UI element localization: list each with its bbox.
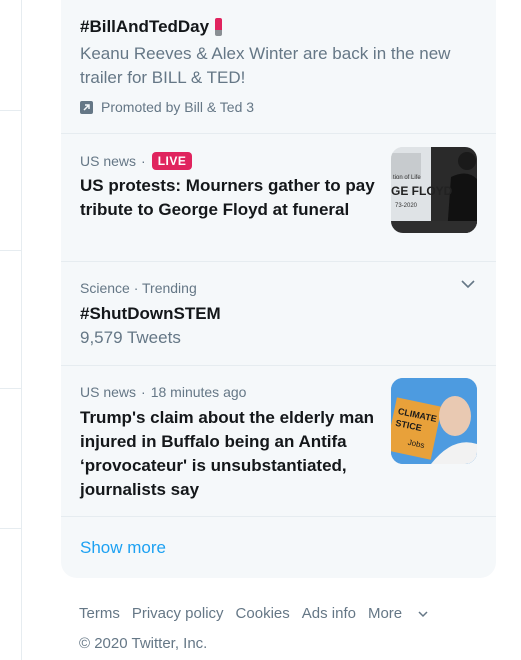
promoted-by-row: Promoted by Bill & Ted 3 [80, 99, 254, 115]
footer-link-more: More [367, 605, 403, 622]
trend-tweet-count: 9,579 Tweets [80, 328, 181, 347]
trend-context: Science · Trending [80, 280, 197, 296]
phone-booth-emoji-icon [215, 18, 223, 36]
chevron-down-icon[interactable] [460, 276, 476, 297]
footer-link-terms[interactable]: Terms [79, 605, 120, 622]
divider [0, 388, 21, 389]
trend-hashtag: #ShutDownSTEM [80, 304, 221, 323]
news-category: US news [80, 384, 137, 400]
live-badge: LIVE [151, 152, 193, 170]
promo-hashtag: #BillAndTedDay [80, 17, 210, 36]
divider [0, 250, 21, 251]
show-more-link[interactable]: Show more [80, 538, 166, 558]
divider [0, 528, 21, 529]
trend-item-shutdownstem[interactable]: Science · Trending #ShutDownSTEM 9,579 T… [61, 262, 496, 366]
news-item-buffalo[interactable]: US news · 18 minutes ago Trump's claim a… [61, 366, 496, 517]
news-meta: US news · 18 minutes ago [80, 384, 246, 400]
news-headline: Trump's claim about the elderly man inju… [80, 408, 375, 499]
footer-links: Terms Privacy policy Cookies Ads info Mo… [79, 605, 441, 622]
trends-panel: #BillAndTedDay Keanu Reeves & Alex Winte… [61, 0, 496, 578]
news-headline: US protests: Mourners gather to pay trib… [80, 176, 375, 219]
meta-separator: · [141, 384, 146, 400]
news-thumbnail[interactable]: CLIMATE STICE Jobs [391, 378, 477, 464]
svg-text:73-2020: 73-2020 [395, 203, 418, 209]
promo-description: Keanu Reeves & Alex Winter are back in t… [80, 44, 451, 87]
footer-more-menu[interactable]: More [368, 605, 429, 622]
news-thumbnail[interactable]: tion of Life GE FLOYD 73-2020 [391, 147, 477, 233]
footer-link-cookies[interactable]: Cookies [236, 605, 290, 622]
news-meta: US news · LIVE [80, 152, 193, 170]
promoted-by-label: Promoted by Bill & Ted 3 [101, 99, 255, 115]
meta-separator: · [141, 153, 146, 169]
news-time: 18 minutes ago [150, 384, 247, 400]
copyright: © 2020 Twitter, Inc. [79, 635, 208, 652]
news-category: US news [80, 153, 137, 169]
promoted-arrow-icon [80, 100, 93, 114]
footer-link-privacy[interactable]: Privacy policy [132, 605, 224, 622]
footer-link-ads-info[interactable]: Ads info [302, 605, 356, 622]
promoted-trend[interactable]: #BillAndTedDay Keanu Reeves & Alex Winte… [61, 0, 496, 134]
svg-text:tion of Life: tion of Life [393, 175, 421, 181]
svg-text:GE FLOYD: GE FLOYD [391, 184, 453, 198]
promo-title-row: #BillAndTedDay [80, 17, 223, 37]
divider [0, 110, 21, 111]
chevron-down-icon [418, 610, 428, 617]
left-column-edge [0, 0, 22, 660]
news-item-us-protests[interactable]: US news · LIVE US protests: Mourners gat… [61, 134, 496, 262]
